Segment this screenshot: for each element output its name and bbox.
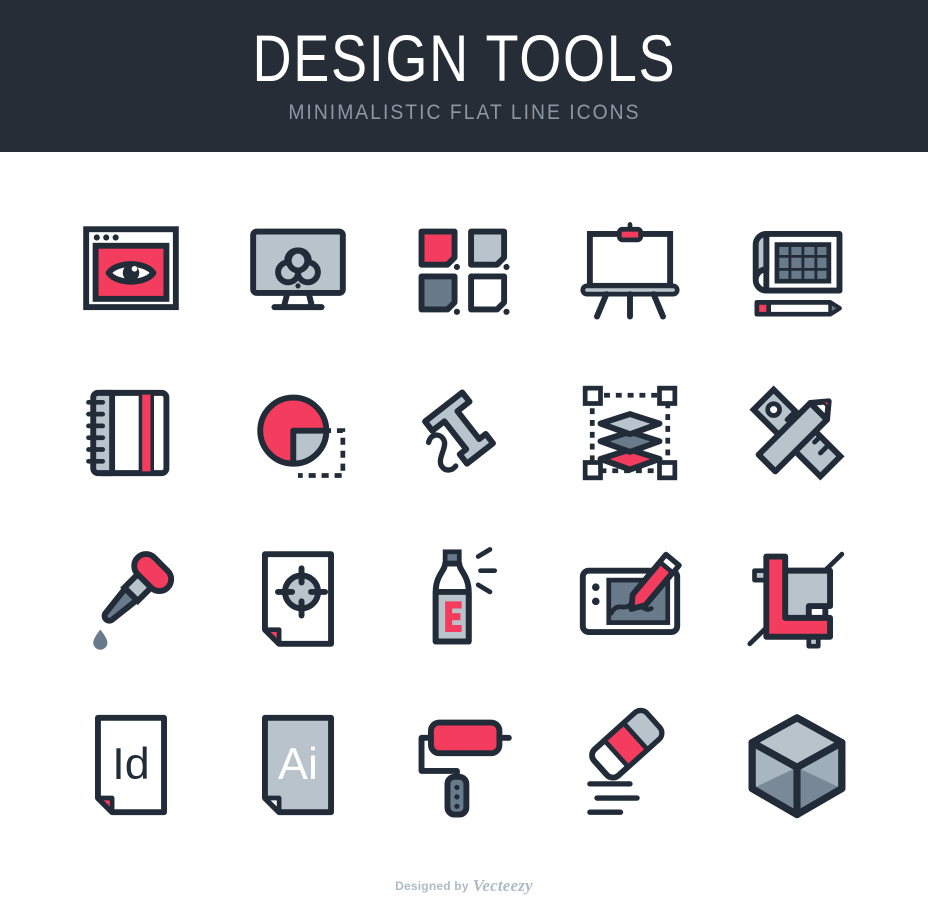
- blueprint-pencil-icon[interactable]: [732, 202, 862, 332]
- color-swatches-icon[interactable]: [399, 202, 529, 332]
- monitor-infinity-icon[interactable]: [233, 202, 363, 332]
- page-subtitle: MINIMALISTIC FLAT LINE ICONS: [287, 101, 641, 124]
- indesign-file-icon[interactable]: Id: [66, 700, 196, 830]
- page-footer: Designed by Vecteezy: [0, 876, 928, 896]
- crop-tool-icon[interactable]: [732, 534, 862, 664]
- icon-grid: Id Ai: [0, 152, 928, 848]
- easel-icon[interactable]: [565, 202, 695, 332]
- spray-can-icon[interactable]: [399, 534, 529, 664]
- page-title: DESIGN TOOLS: [252, 21, 676, 95]
- footer-designed-by: Designed by: [395, 879, 469, 893]
- target-document-icon[interactable]: [233, 534, 363, 664]
- footer-brand: Vecteezy: [472, 876, 533, 895]
- pie-chart-icon[interactable]: [233, 368, 363, 498]
- cube-3d-icon[interactable]: [732, 700, 862, 830]
- type-tool-icon[interactable]: [399, 368, 529, 498]
- indesign-label: Id: [112, 738, 149, 789]
- page-header: DESIGN TOOLS MINIMALISTIC FLAT LINE ICON…: [0, 0, 928, 152]
- illustrator-file-icon[interactable]: Ai: [233, 700, 363, 830]
- illustrator-label: Ai: [278, 738, 318, 789]
- layers-icon[interactable]: [565, 368, 695, 498]
- paint-roller-icon[interactable]: [399, 700, 529, 830]
- sketchbook-icon[interactable]: [66, 368, 196, 498]
- ruler-pencil-icon[interactable]: [732, 368, 862, 498]
- graphics-tablet-icon[interactable]: [565, 534, 695, 664]
- eraser-icon[interactable]: [565, 700, 695, 830]
- browser-eye-icon[interactable]: [66, 202, 196, 332]
- eyedropper-icon[interactable]: [66, 534, 196, 664]
